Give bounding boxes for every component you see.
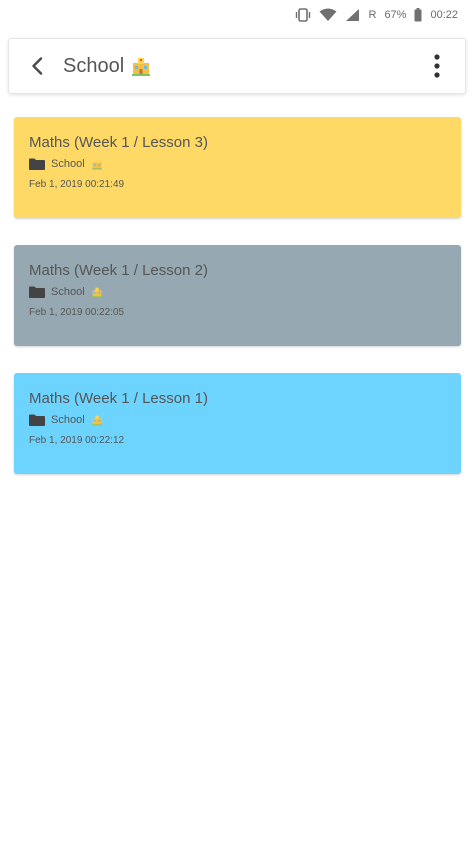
note-folder: School — [29, 286, 446, 298]
status-time: 00:22 — [430, 9, 458, 21]
more-vertical-icon — [434, 54, 440, 78]
note-folder-label: School — [51, 286, 85, 298]
note-folder-label: School — [51, 158, 85, 170]
note-title: Maths (Week 1 / Lesson 3) — [29, 134, 208, 151]
note-folder-label: School — [51, 414, 85, 426]
app-bar: School — [8, 38, 466, 94]
note-list: Maths (Week 1 / Lesson 3) School Feb 1, … — [14, 117, 461, 501]
folder-icon — [29, 414, 45, 426]
school-building-icon — [130, 55, 152, 77]
folder-icon — [29, 158, 45, 170]
folder-icon — [29, 286, 45, 298]
note-card[interactable]: Maths (Week 1 / Lesson 3) School Feb 1, … — [14, 117, 461, 218]
battery-icon — [414, 8, 422, 22]
roaming-indicator: R — [368, 9, 377, 21]
note-folder: School — [29, 414, 446, 426]
vibrate-icon — [295, 8, 311, 22]
status-bar: R 67% 00:22 — [0, 0, 474, 30]
note-date: Feb 1, 2019 00:22:12 — [29, 435, 125, 446]
school-building-icon — [91, 414, 103, 426]
note-date: Feb 1, 2019 00:21:49 — [29, 179, 125, 190]
back-button[interactable] — [15, 38, 59, 94]
school-building-icon — [91, 158, 103, 170]
wifi-icon — [319, 8, 337, 22]
note-folder: School — [29, 158, 446, 170]
note-date: Feb 1, 2019 00:22:05 — [29, 307, 125, 318]
note-title: Maths (Week 1 / Lesson 2) — [29, 262, 208, 279]
signal-icon — [345, 8, 360, 22]
page-title-text: School — [63, 54, 125, 77]
arrow-back-icon — [32, 57, 43, 75]
note-card[interactable]: Maths (Week 1 / Lesson 1) School Feb 1, … — [14, 373, 461, 474]
battery-percent: 67% — [384, 9, 407, 21]
note-title: Maths (Week 1 / Lesson 1) — [29, 390, 208, 407]
school-building-icon — [91, 286, 103, 298]
more-options-button[interactable] — [415, 38, 459, 94]
note-card[interactable]: Maths (Week 1 / Lesson 2) School Feb 1, … — [14, 245, 461, 346]
page-title: School — [63, 55, 415, 78]
